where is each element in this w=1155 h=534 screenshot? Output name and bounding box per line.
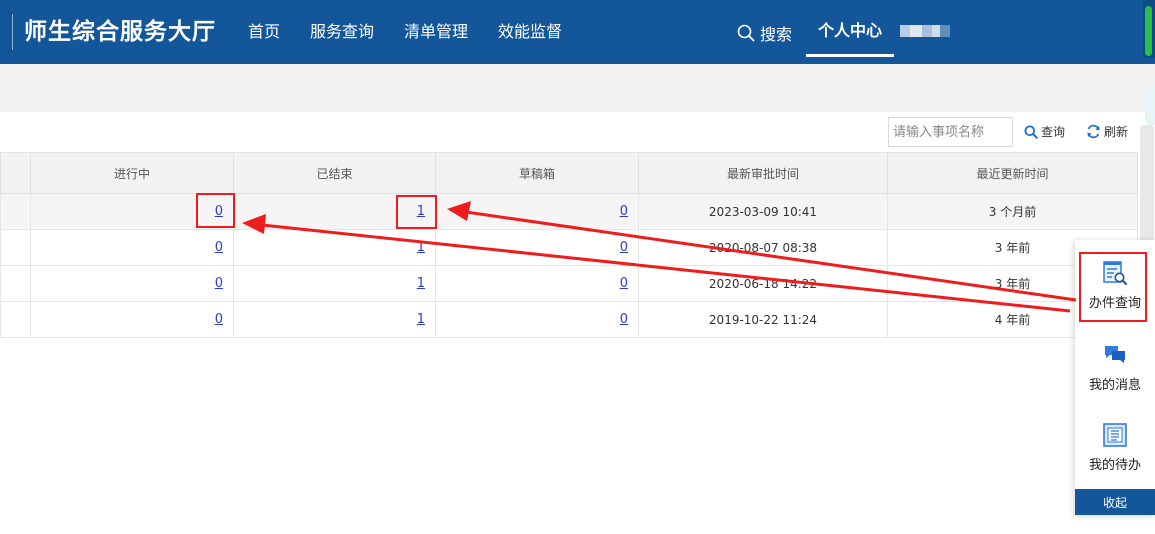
chat-bubble-icon <box>1105 346 1125 363</box>
magnifier-icon <box>1024 125 1038 139</box>
finished-count-link[interactable]: 1 <box>417 204 425 219</box>
cell-hidden <box>0 229 31 266</box>
side-item-my-messages[interactable]: 我的消息 <box>1075 342 1155 393</box>
refresh-icon <box>1087 124 1100 139</box>
side-item-my-todo[interactable]: 我的待办 <box>1075 422 1155 473</box>
col-header-finished[interactable]: 已结束 <box>233 152 436 194</box>
cell-in-progress: 0 <box>30 229 234 266</box>
site-title[interactable]: 师生综合服务大厅 <box>24 14 216 50</box>
nav-list-management[interactable]: 清单管理 <box>404 20 468 44</box>
cell-finished: 1 <box>233 193 436 230</box>
cell-last-update: 3 个月前 <box>887 193 1138 230</box>
user-avatar-blurred[interactable] <box>900 25 950 37</box>
table-row[interactable]: 0 1 0 2020-08-07 08:38 3 年前 <box>0 229 1138 266</box>
drafts-count-link[interactable]: 0 <box>620 276 628 291</box>
finished-count-link[interactable]: 1 <box>417 240 425 255</box>
document-search-icon <box>1103 261 1127 285</box>
finished-count-link[interactable]: 1 <box>417 312 425 327</box>
table-header-row: 进行中 已结束 草稿箱 最新审批时间 最近更新时间 <box>0 152 1138 194</box>
cell-latest-approval: 2019-10-22 11:24 <box>638 301 888 338</box>
cell-hidden <box>0 193 31 230</box>
search-label: 搜索 <box>760 25 793 44</box>
header-scrollbar-thumb[interactable] <box>1145 6 1152 56</box>
cell-in-progress: 0 <box>30 265 234 302</box>
header-scrollbar[interactable] <box>1143 0 1155 58</box>
refresh-button[interactable]: 刷新 <box>1086 123 1128 140</box>
in-progress-count-link[interactable]: 0 <box>215 312 223 327</box>
brand-divider <box>12 14 13 50</box>
cell-drafts: 0 <box>435 193 639 230</box>
query-label: 查询 <box>1041 125 1066 139</box>
in-progress-count-link[interactable]: 0 <box>215 276 223 291</box>
header-search-button[interactable]: 搜索 <box>737 21 792 45</box>
cell-in-progress: 0 <box>30 301 234 338</box>
cell-latest-approval: 2020-06-18 14:22 <box>638 265 888 302</box>
side-item-label: 办件查询 <box>1088 296 1141 311</box>
matters-table: 进行中 已结束 草稿箱 最新审批时间 最近更新时间 0 1 0 2023-03-… <box>0 152 1138 338</box>
active-tab-indicator <box>806 54 894 57</box>
search-icon <box>737 24 755 42</box>
col-header-latest-approval[interactable]: 最新审批时间 <box>638 152 888 194</box>
nav-home[interactable]: 首页 <box>248 20 280 44</box>
table-row[interactable]: 0 1 0 2020-06-18 14:22 3 年前 <box>0 265 1138 302</box>
content-top-band <box>0 64 1155 112</box>
collapse-panel-button[interactable]: 收起 <box>1075 489 1155 515</box>
cell-latest-approval: 2023-03-09 10:41 <box>638 193 888 230</box>
finished-count-link[interactable]: 1 <box>417 276 425 291</box>
cell-in-progress: 0 <box>30 193 234 230</box>
cell-finished: 1 <box>233 265 436 302</box>
drafts-count-link[interactable]: 0 <box>620 204 628 219</box>
in-progress-count-link[interactable]: 0 <box>215 204 223 219</box>
edge-widget <box>1145 85 1155 125</box>
col-header-in-progress[interactable]: 进行中 <box>30 152 234 194</box>
nav-personal-center[interactable]: 个人中心 <box>806 0 894 57</box>
table-row[interactable]: 0 1 0 2023-03-09 10:41 3 个月前 <box>0 193 1138 230</box>
todo-list-icon <box>1103 423 1127 447</box>
col-header-last-update[interactable]: 最近更新时间 <box>887 152 1138 194</box>
cell-drafts: 0 <box>435 301 639 338</box>
side-item-label: 我的待办 <box>1088 458 1141 473</box>
side-item-case-query[interactable]: 办件查询 <box>1075 260 1155 311</box>
drafts-count-link[interactable]: 0 <box>620 312 628 327</box>
floating-side-panel: 办件查询 我的消息 我的待办 收起 <box>1075 240 1155 515</box>
cell-hidden <box>0 265 31 302</box>
nav-efficiency-supervision[interactable]: 效能监督 <box>498 20 562 44</box>
item-name-search-input[interactable] <box>888 117 1013 147</box>
side-item-label: 我的消息 <box>1088 378 1141 393</box>
table-row[interactable]: 0 1 0 2019-10-22 11:24 4 年前 <box>0 301 1138 338</box>
refresh-label: 刷新 <box>1104 125 1129 139</box>
cell-drafts: 0 <box>435 265 639 302</box>
nav-service-query[interactable]: 服务查询 <box>310 20 374 44</box>
col-header-drafts[interactable]: 草稿箱 <box>435 152 639 194</box>
query-button[interactable]: 查询 <box>1024 123 1065 140</box>
cell-hidden <box>0 301 31 338</box>
col-header-hidden <box>0 152 31 194</box>
in-progress-count-link[interactable]: 0 <box>215 240 223 255</box>
cell-finished: 1 <box>233 301 436 338</box>
cell-latest-approval: 2020-08-07 08:38 <box>638 229 888 266</box>
cell-finished: 1 <box>233 229 436 266</box>
top-header: 师生综合服务大厅 首页 服务查询 清单管理 效能监督 搜索 个人中心 <box>0 0 1155 64</box>
cell-drafts: 0 <box>435 229 639 266</box>
drafts-count-link[interactable]: 0 <box>620 240 628 255</box>
